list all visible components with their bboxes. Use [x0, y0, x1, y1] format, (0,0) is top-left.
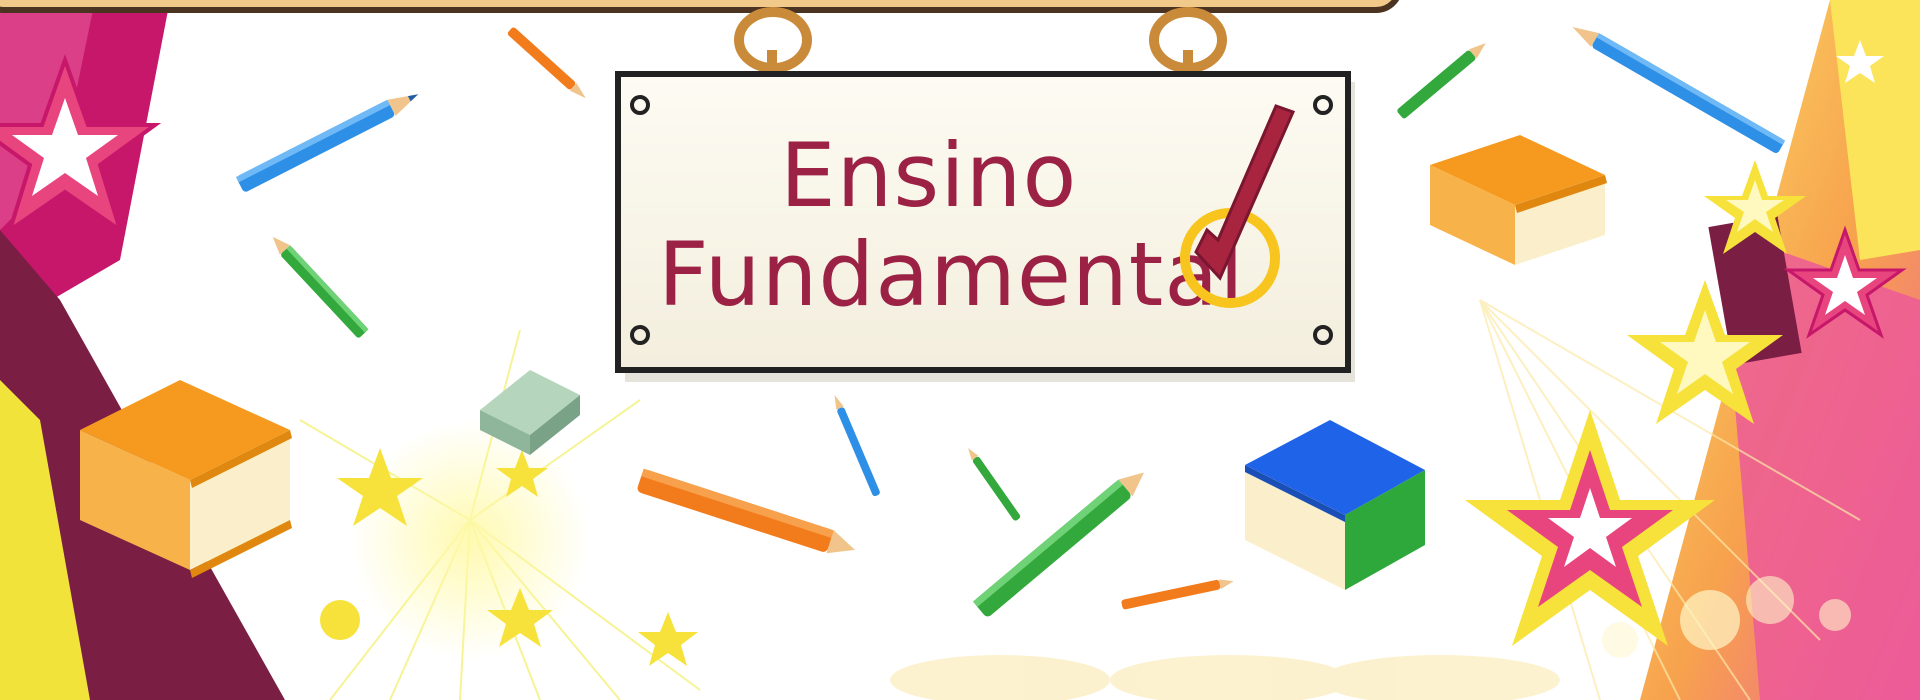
star-icon: [638, 612, 698, 666]
pencil-icon: [235, 94, 419, 192]
book-icon: [1430, 135, 1607, 265]
banner-illustration: Ensino Fundamental: [0, 0, 1920, 700]
pencil-icon: [1121, 579, 1234, 610]
left-background-rays: [0, 0, 701, 700]
pencil-icon: [272, 236, 369, 338]
pencil-icon: [968, 448, 1021, 521]
pencil-icon: [1572, 27, 1786, 153]
hanging-sign: Ensino Fundamental: [615, 7, 1355, 382]
dot-decoration: [320, 600, 360, 640]
sign-title-line2: Fundamental: [658, 223, 1245, 326]
pencil-icon: [637, 468, 855, 554]
pencil-icon: [507, 27, 586, 99]
bottom-faded-shapes: [890, 655, 1560, 700]
pencil-icon: [1397, 43, 1486, 119]
book-icon: [1245, 420, 1425, 590]
sign-title-line1: Ensino: [780, 124, 1077, 227]
pencil-icon: [834, 395, 880, 497]
